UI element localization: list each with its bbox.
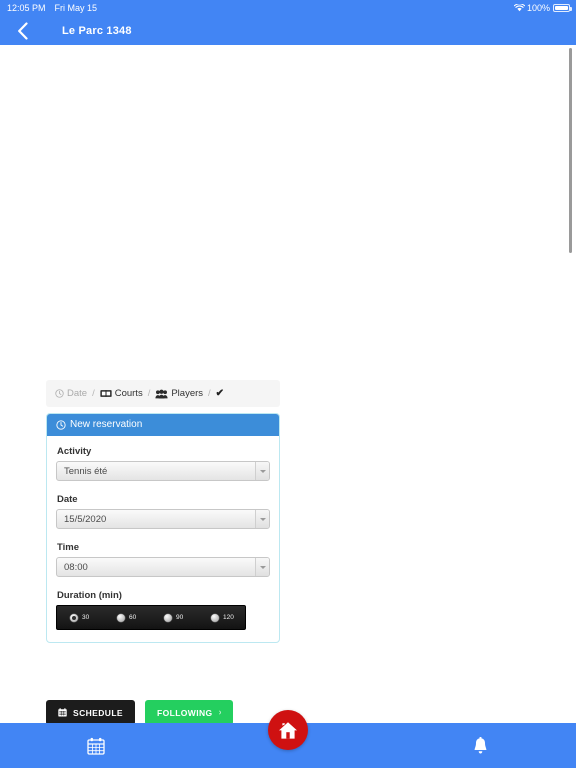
breadcrumb: Date / Courts / Players / ✔ bbox=[46, 380, 280, 407]
radio-icon[interactable] bbox=[70, 613, 78, 622]
radio-icon[interactable] bbox=[211, 613, 219, 622]
following-button[interactable]: FOLLOWING bbox=[145, 700, 233, 723]
duration-option-120[interactable]: 120 bbox=[198, 613, 245, 622]
duration-option-label: 90 bbox=[176, 614, 184, 621]
breadcrumb-item-date[interactable]: Date bbox=[55, 388, 87, 399]
bottom-navigation-bar bbox=[0, 710, 576, 768]
new-reservation-panel-header: New reservation bbox=[47, 414, 279, 436]
schedule-button-label: SCHEDULE bbox=[73, 707, 123, 718]
battery-percent: 100% bbox=[526, 3, 550, 13]
chevron-down-icon[interactable] bbox=[255, 558, 269, 576]
nav-calendar-button[interactable] bbox=[0, 723, 192, 768]
radio-icon[interactable] bbox=[117, 613, 125, 622]
content-area: Date / Courts / Players / ✔ New reservat… bbox=[0, 45, 576, 723]
date-select[interactable]: 15/5/2020 bbox=[56, 509, 270, 529]
duration-label: Duration (min) bbox=[57, 590, 122, 601]
duration-option-60[interactable]: 60 bbox=[104, 613, 151, 622]
breadcrumb-label-date: Date bbox=[67, 388, 88, 399]
new-reservation-panel-body: Activity Tennis été Date 15/5/2020 Time … bbox=[47, 436, 279, 642]
scrollbar-thumb[interactable] bbox=[569, 48, 572, 253]
following-button-label: FOLLOWING bbox=[157, 707, 213, 718]
duration-option-label: 120 bbox=[223, 614, 234, 621]
duration-radio-group: 30 60 90 120 bbox=[56, 605, 246, 630]
breadcrumb-separator: / bbox=[92, 388, 95, 399]
nav-notifications-button[interactable] bbox=[384, 723, 576, 768]
home-icon bbox=[279, 721, 297, 739]
clock-icon bbox=[55, 389, 64, 398]
new-reservation-panel: New reservation Activity Tennis été Date… bbox=[46, 413, 280, 643]
chevron-right-icon bbox=[218, 710, 221, 715]
bell-icon bbox=[474, 736, 486, 753]
chevron-left-icon bbox=[17, 21, 28, 40]
time-select-value: 08:00 bbox=[64, 561, 88, 573]
status-bar-right: 100% bbox=[513, 0, 572, 16]
status-bar: 12:05 PM Fri May 15 100% bbox=[0, 0, 576, 16]
time-select[interactable]: 08:00 bbox=[56, 557, 270, 577]
radio-icon[interactable] bbox=[164, 613, 172, 622]
home-fab-button[interactable] bbox=[268, 710, 308, 750]
date-select-value: 15/5/2020 bbox=[64, 513, 107, 525]
duration-option-30[interactable]: 30 bbox=[57, 613, 104, 622]
duration-option-label: 30 bbox=[82, 614, 90, 621]
breadcrumb-label-courts: Courts bbox=[114, 388, 143, 399]
app-bar: Le Parc 1348 bbox=[0, 16, 576, 45]
duration-option-90[interactable]: 90 bbox=[151, 613, 198, 622]
chevron-down-icon[interactable] bbox=[255, 462, 269, 480]
breadcrumb-label-players: Players bbox=[171, 388, 204, 399]
page-title: Le Parc 1348 bbox=[62, 24, 132, 37]
calendar-icon bbox=[87, 737, 105, 755]
breadcrumb-item-courts[interactable]: Courts bbox=[100, 388, 143, 399]
back-button[interactable] bbox=[0, 16, 44, 45]
people-icon bbox=[155, 389, 168, 399]
new-reservation-title: New reservation bbox=[70, 419, 143, 430]
app-root: 12:05 PM Fri May 15 100% Le Parc 1348 Da… bbox=[0, 0, 576, 768]
breadcrumb-separator: / bbox=[208, 388, 211, 399]
activity-select[interactable]: Tennis été bbox=[56, 461, 270, 481]
time-label: Time bbox=[57, 542, 80, 553]
date-label: Date bbox=[57, 494, 78, 505]
chevron-down-icon[interactable] bbox=[255, 510, 269, 528]
activity-select-value: Tennis été bbox=[64, 465, 108, 477]
clock-icon bbox=[56, 419, 66, 430]
schedule-button[interactable]: SCHEDULE bbox=[46, 700, 135, 723]
calendar-icon bbox=[58, 708, 67, 717]
status-bar-date: Fri May 15 bbox=[54, 3, 98, 13]
court-icon bbox=[100, 390, 112, 397]
status-bar-time: 12:05 PM bbox=[7, 3, 46, 13]
breadcrumb-check-icon[interactable]: ✔ bbox=[216, 388, 224, 399]
breadcrumb-item-players[interactable]: Players bbox=[155, 388, 203, 399]
breadcrumb-separator: / bbox=[147, 388, 151, 399]
battery-icon bbox=[553, 4, 572, 12]
wifi-icon bbox=[513, 4, 525, 12]
activity-label: Activity bbox=[57, 446, 92, 457]
action-buttons: SCHEDULE FOLLOWING bbox=[46, 700, 233, 723]
duration-option-label: 60 bbox=[129, 614, 137, 621]
vertical-scrollbar[interactable] bbox=[569, 48, 572, 678]
